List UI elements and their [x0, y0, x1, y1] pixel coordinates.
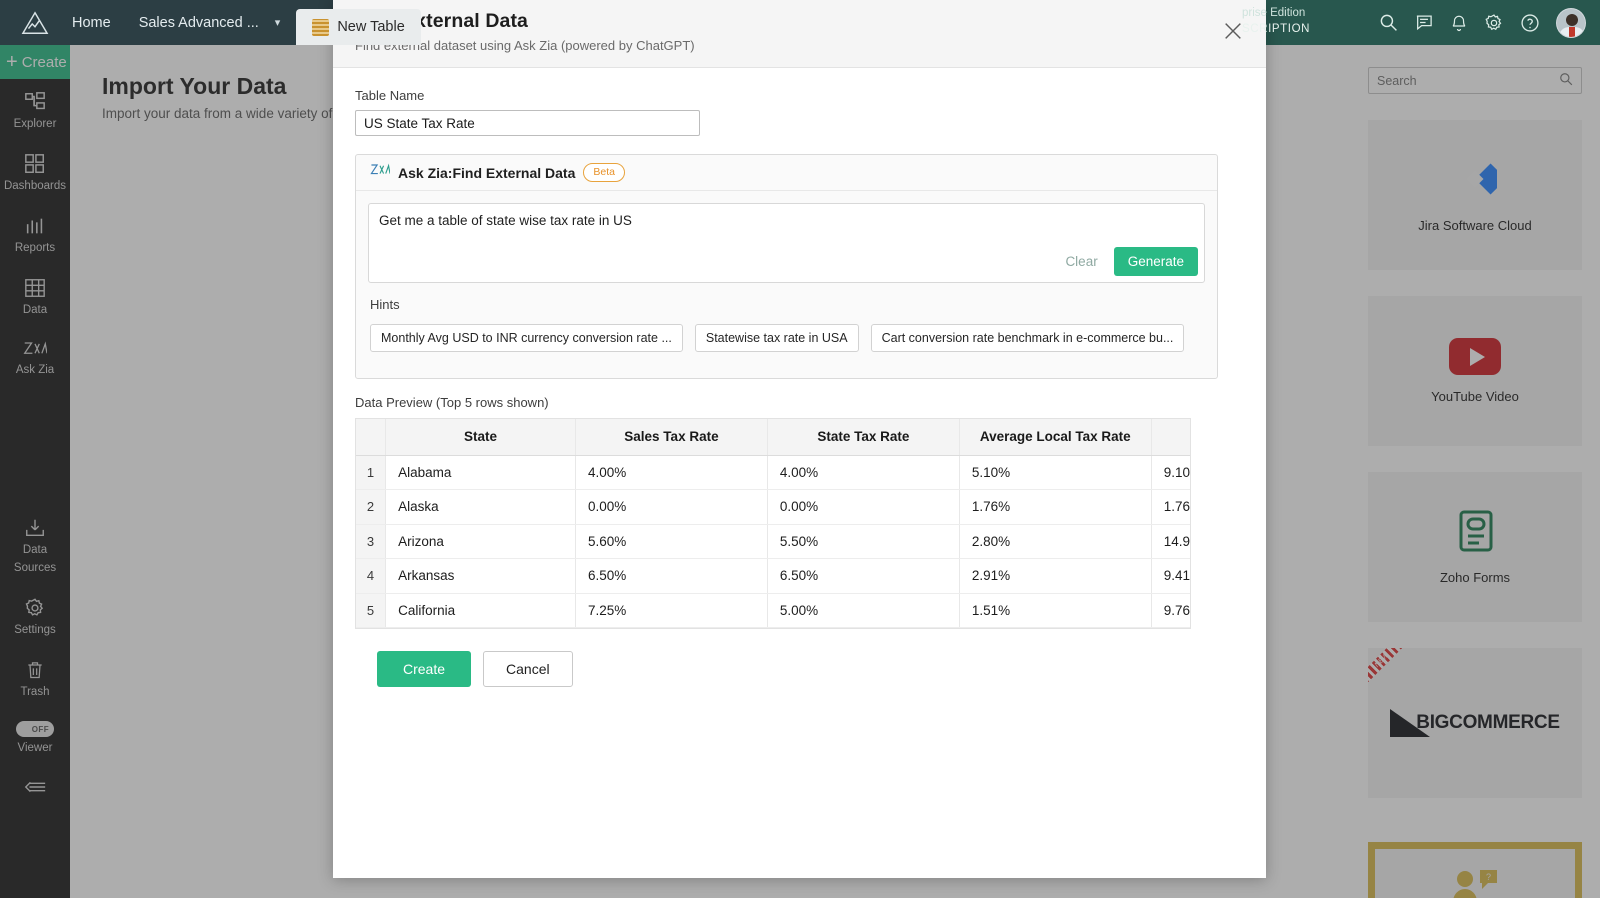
hints-list: Monthly Avg USD to INR currency conversi…	[356, 312, 1217, 378]
gear-icon[interactable]	[1484, 13, 1504, 33]
hints-label: Hints	[370, 297, 400, 312]
cell-state: Alabama	[385, 455, 576, 490]
cancel-button[interactable]: Cancel	[483, 651, 573, 687]
ask-zia-title: Ask Zia:Find External Data	[398, 164, 576, 181]
ask-zia-query-box[interactable]: Get me a table of state wise tax rate in…	[368, 203, 1205, 283]
top-icon-group	[1379, 0, 1586, 45]
hint-chip[interactable]: Statewise tax rate in USA	[694, 324, 859, 352]
row-number-header	[356, 419, 387, 456]
ask-zia-header: Ask Zia:Find External Data Beta	[356, 155, 1217, 191]
cell-state: Alaska	[385, 489, 576, 525]
subscription-info[interactable]: prise Edition SCRIPTION	[1242, 5, 1310, 37]
cell-state: California	[385, 593, 576, 628]
cell-state-tax-rate: 5.50%	[767, 524, 960, 559]
beta-badge: Beta	[583, 163, 625, 182]
create-button[interactable]: Create	[377, 651, 472, 687]
table-name-input[interactable]	[355, 110, 700, 136]
subscription-label: SCRIPTION	[1242, 23, 1311, 35]
chevron-down-icon[interactable]: ▾	[275, 16, 291, 29]
cell-average-local-tax-rate: 2.91%	[959, 558, 1152, 594]
nav-home-label: Home	[72, 14, 111, 31]
data-preview-table: State Sales Tax Rate State Tax Rate Aver…	[356, 419, 1190, 628]
cell-combined-tax-rate: 9.76%	[1151, 593, 1190, 628]
avatar[interactable]	[1556, 7, 1586, 38]
tab-new-table-label: New Table	[337, 19, 405, 35]
clear-button[interactable]: Clear	[1059, 250, 1103, 273]
cell-average-local-tax-rate: 1.51%	[959, 593, 1152, 628]
column-header-sales-tax-rate[interactable]: Sales Tax Rate	[575, 419, 768, 456]
search-icon[interactable]	[1379, 13, 1398, 32]
cell-sales-tax-rate: 7.25%	[575, 593, 768, 628]
cell-state-tax-rate: 5.00%	[767, 593, 960, 628]
data-preview-label: Data Preview (Top 5 rows shown)	[355, 395, 549, 410]
cell-sales-tax-rate: 6.50%	[575, 558, 768, 594]
table-name-label: Table Name	[355, 88, 425, 103]
zia-icon	[370, 162, 391, 183]
hint-chip[interactable]: Monthly Avg USD to INR currency conversi…	[370, 324, 683, 352]
column-header-state[interactable]: State	[385, 419, 576, 456]
row-number: 5	[356, 593, 387, 628]
cell-average-local-tax-rate: 1.76%	[959, 489, 1152, 525]
column-header-average-local-tax-rate[interactable]: Average Local Tax Rate	[959, 419, 1152, 456]
table-row[interactable]: 1 Alabama 4.00% 4.00% 5.10% 9.10%	[356, 455, 1190, 490]
cell-sales-tax-rate: 5.60%	[575, 524, 768, 559]
cell-average-local-tax-rate: 5.10%	[959, 455, 1152, 490]
ask-zia-panel: Ask Zia:Find External Data Beta Get me a…	[355, 154, 1218, 379]
cell-sales-tax-rate: 4.00%	[575, 455, 768, 490]
tab-new-table[interactable]: New Table	[296, 9, 421, 45]
column-header-state-tax-rate[interactable]: State Tax Rate	[767, 419, 960, 456]
cell-combined-tax-rate: 14.90%	[1151, 524, 1190, 559]
nav-home[interactable]: Home	[58, 0, 125, 45]
edition-label: prise Edition	[1242, 7, 1306, 19]
cell-sales-tax-rate: 0.00%	[575, 489, 768, 525]
nav-workspace-label: Sales Advanced ...	[138, 14, 259, 31]
row-number: 1	[356, 455, 387, 490]
data-preview-table-wrapper[interactable]: State Sales Tax Rate State Tax Rate Aver…	[355, 418, 1191, 629]
cell-average-local-tax-rate: 2.80%	[959, 524, 1152, 559]
cell-state: Arkansas	[385, 558, 576, 594]
dialog-body: Table Name Ask Zia:Find External Data Be…	[333, 68, 1266, 687]
dialog-header: Find External Data Find external dataset…	[333, 0, 1266, 68]
table-body: 1 Alabama 4.00% 4.00% 5.10% 9.10% 2 Alas…	[356, 455, 1190, 628]
ask-zia-query-text: Get me a table of state wise tax rate in…	[379, 213, 632, 228]
find-external-data-dialog: Find External Data Find external dataset…	[333, 0, 1266, 878]
nav-workspace[interactable]: Sales Advanced ...	[125, 0, 273, 45]
cell-state-tax-rate: 6.50%	[767, 558, 960, 594]
table-icon	[312, 18, 330, 36]
cell-combined-tax-rate: 1.76%	[1151, 489, 1190, 525]
table-row[interactable]: 5 California 7.25% 5.00% 1.51% 9.76%	[356, 593, 1190, 628]
ask-zia-actions: Clear Generate	[1059, 247, 1198, 276]
hint-chip[interactable]: Cart conversion rate benchmark in e-comm…	[870, 324, 1185, 352]
table-header-row: State Sales Tax Rate State Tax Rate Aver…	[356, 419, 1190, 456]
cell-combined-tax-rate: 9.41%	[1151, 558, 1190, 594]
row-number: 4	[356, 558, 387, 594]
help-icon[interactable]	[1520, 13, 1540, 33]
table-row[interactable]: 3 Arizona 5.60% 5.50% 2.80% 14.90%	[356, 524, 1190, 559]
row-number: 3	[356, 524, 387, 559]
dialog-footer: Create Cancel	[355, 629, 1244, 687]
generate-button[interactable]: Generate	[1113, 247, 1198, 276]
cell-combined-tax-rate: 9.10%	[1151, 455, 1190, 490]
close-icon	[1222, 20, 1244, 47]
table-header: State Sales Tax Rate State Tax Rate Aver…	[356, 419, 1190, 456]
cell-state: Arizona	[385, 524, 576, 559]
row-number: 2	[356, 489, 387, 525]
dialog-title: Find External Data	[355, 10, 529, 32]
zoho-analytics-logo-icon[interactable]	[12, 0, 58, 45]
bell-icon[interactable]	[1450, 13, 1468, 33]
chat-icon[interactable]	[1414, 13, 1434, 32]
dialog-subtitle: Find external dataset using Ask Zia (pow…	[355, 38, 695, 53]
cell-state-tax-rate: 4.00%	[767, 455, 960, 490]
cell-state-tax-rate: 0.00%	[767, 489, 960, 525]
table-row[interactable]: 2 Alaska 0.00% 0.00% 1.76% 1.76%	[356, 489, 1190, 525]
table-row[interactable]: 4 Arkansas 6.50% 6.50% 2.91% 9.41%	[356, 558, 1190, 594]
column-header-combined-tax-rate[interactable]: Com	[1151, 419, 1190, 456]
